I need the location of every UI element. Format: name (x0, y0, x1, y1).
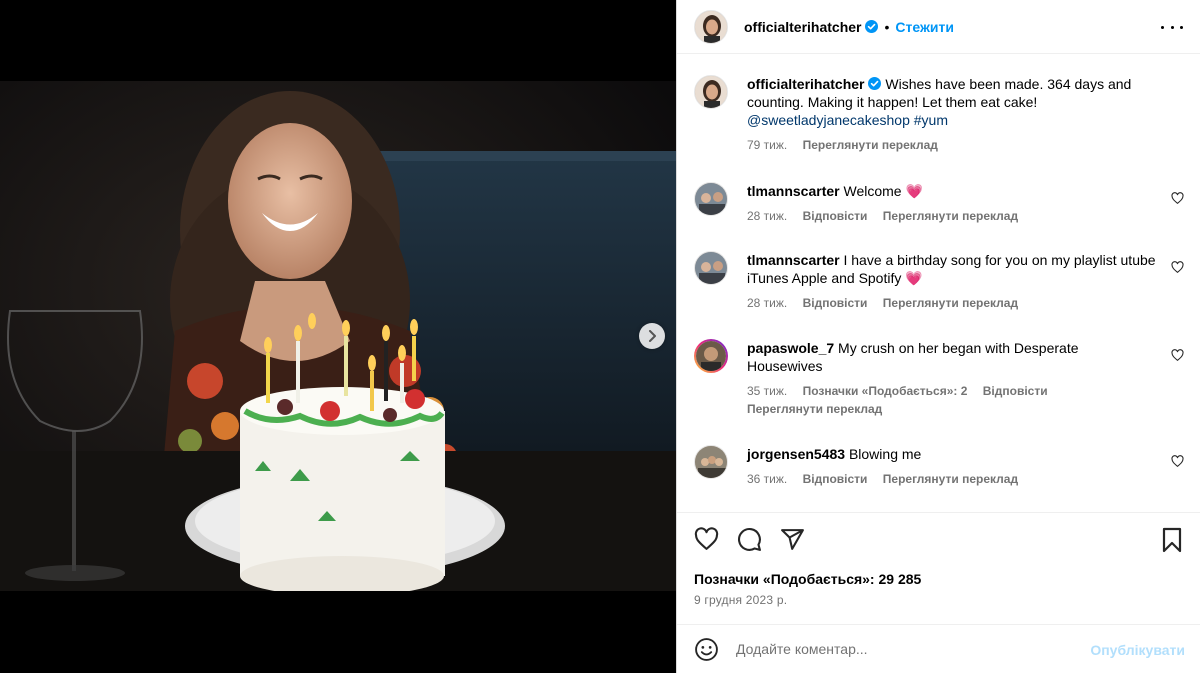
comment-emoji: 💗 (905, 270, 923, 286)
share-icon (781, 529, 804, 550)
avatar-image (695, 183, 727, 215)
add-comment-bar: Опублікувати (677, 624, 1200, 673)
heart-icon (694, 527, 719, 550)
share-button[interactable] (780, 527, 805, 552)
comment-meta: 28 тиж. Відповісти Переглянути переклад (747, 295, 1157, 311)
caption-text: officialterihatcher Wishes have been mad… (747, 75, 1147, 129)
comment-body: papaswole_7 My crush on her began with D… (747, 339, 1157, 417)
comment-text: tlmannscarter I have a birthday song for… (747, 251, 1157, 287)
commenter-avatar[interactable] (694, 339, 728, 373)
like-button[interactable] (694, 527, 719, 552)
post-header: officialterihatcher • Стежити (677, 0, 1200, 54)
reply-link[interactable]: Відповісти (803, 472, 868, 486)
caption-meta: 79 тиж. Переглянути переклад (747, 137, 1147, 153)
follow-button[interactable]: Стежити (895, 19, 954, 35)
comment-username[interactable]: jorgensen5483 (747, 446, 845, 462)
action-icons (694, 527, 805, 552)
avatar-image (695, 252, 727, 284)
comment-meta: 28 тиж. Відповісти Переглянути переклад (747, 208, 1157, 224)
caption-time[interactable]: 79 тиж. (747, 138, 787, 152)
comment-emoji: 💗 (905, 183, 923, 199)
comment-body: tlmannscarter Welcome 💗 28 тиж. Відповіс… (747, 182, 1157, 224)
author-username[interactable]: officialterihatcher (744, 19, 861, 35)
caption-username[interactable]: officialterihatcher (747, 76, 864, 92)
comment-icon (738, 528, 761, 551)
comment-body: jorgensen5483 Blowing me 36 тиж. Відпові… (747, 445, 1157, 487)
comment-time[interactable]: 35 тиж. (747, 384, 787, 398)
publish-button[interactable]: Опублікувати (1090, 642, 1185, 658)
bookmark-icon (1162, 527, 1182, 553)
comment-body: tlmannscarter I have a birthday song for… (747, 251, 1157, 311)
post-date[interactable]: 9 грудня 2023 р. (694, 593, 787, 607)
comment-text: tlmannscarter Welcome 💗 (747, 182, 1157, 200)
reply-link[interactable]: Відповісти (983, 384, 1048, 398)
comment-username[interactable]: tlmannscarter (747, 183, 840, 199)
commenter-avatar[interactable] (694, 182, 728, 216)
comment-username[interactable]: tlmannscarter (747, 252, 840, 268)
comment-time[interactable]: 36 тиж. (747, 472, 787, 486)
reply-link[interactable]: Відповісти (803, 209, 868, 223)
comment-meta: 35 тиж. Позначки «Подобається»: 2 Відпов… (747, 383, 1157, 417)
comment-text: jorgensen5483 Blowing me (747, 445, 1157, 463)
translate-link[interactable]: Переглянути переклад (747, 401, 882, 417)
comment-time[interactable]: 28 тиж. (747, 209, 787, 223)
photo-illustration (0, 81, 676, 591)
translate-link[interactable]: Переглянути переклад (883, 296, 1018, 310)
comment-button[interactable] (737, 527, 762, 552)
caption-mention-link[interactable]: @sweetladyjanecakeshop (747, 112, 910, 128)
heart-icon[interactable] (1171, 192, 1184, 205)
author-avatar[interactable] (694, 9, 728, 44)
next-arrow-icon (649, 330, 656, 342)
comment-time[interactable]: 28 тиж. (747, 296, 787, 310)
media-pane (0, 0, 676, 673)
heart-icon[interactable] (1171, 261, 1184, 274)
header-separator: • (884, 18, 890, 35)
verified-badge-icon (865, 20, 879, 33)
heart-icon[interactable] (1171, 349, 1184, 362)
commenter-avatar[interactable] (694, 251, 728, 285)
comment-message: Welcome (839, 183, 906, 199)
reply-link[interactable]: Відповісти (803, 296, 868, 310)
comment-input[interactable] (736, 641, 1076, 657)
more-options-icon[interactable] (1161, 19, 1183, 35)
caption-translate-link[interactable]: Переглянути переклад (803, 138, 938, 152)
likes-count[interactable]: Позначки «Подобається»: 29 285 (694, 571, 921, 587)
post-photo[interactable] (0, 81, 676, 591)
commenter-avatar[interactable] (694, 445, 728, 479)
author-avatar[interactable] (694, 75, 728, 109)
avatar-image (695, 10, 727, 43)
avatar-image (695, 76, 727, 108)
avatar-image (696, 341, 726, 371)
comment-username[interactable]: papaswole_7 (747, 340, 834, 356)
post-actions: Позначки «Подобається»: 29 285 9 грудня … (677, 512, 1200, 618)
comment-text: papaswole_7 My crush on her began with D… (747, 339, 1157, 375)
caption-hashtag-link[interactable]: #yum (914, 112, 948, 128)
caption-body: officialterihatcher Wishes have been mad… (747, 75, 1147, 153)
comment-message: Blowing me (845, 446, 922, 462)
emoji-icon[interactable] (694, 637, 719, 662)
post-side-panel: officialterihatcher • Стежити officialte… (676, 0, 1200, 673)
next-photo-button[interactable] (639, 323, 665, 349)
comment-meta: 36 тиж. Відповісти Переглянути переклад (747, 471, 1157, 487)
translate-link[interactable]: Переглянути переклад (883, 209, 1018, 223)
avatar-image (695, 446, 727, 478)
post-viewer: officialterihatcher • Стежити officialte… (0, 0, 1200, 673)
comments-list[interactable]: officialterihatcher Wishes have been mad… (677, 55, 1200, 512)
save-button[interactable] (1160, 527, 1184, 553)
translate-link[interactable]: Переглянути переклад (883, 472, 1018, 486)
comment-likes-link[interactable]: Позначки «Подобається»: 2 (803, 384, 968, 398)
heart-icon[interactable] (1171, 455, 1184, 468)
verified-badge-icon (868, 77, 882, 90)
